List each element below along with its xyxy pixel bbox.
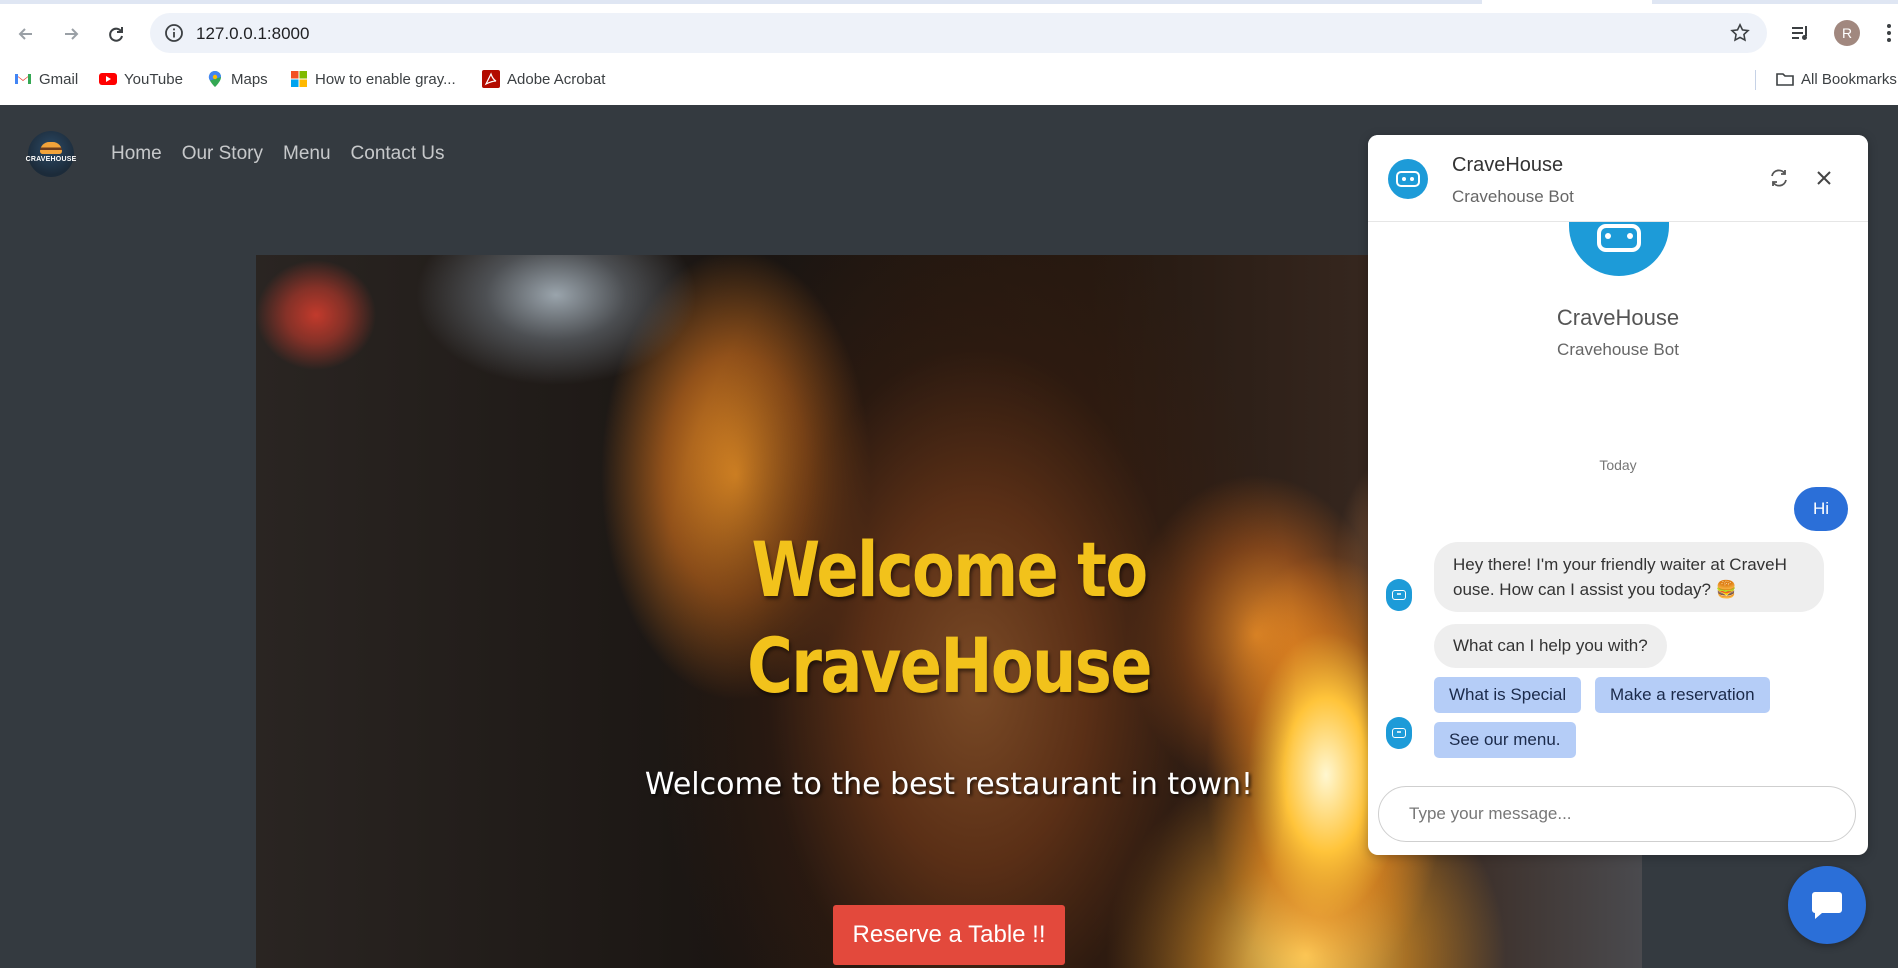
- maps-icon: [208, 70, 221, 87]
- bookmark-label: Adobe Acrobat: [507, 70, 606, 88]
- bookmark-youtube[interactable]: YouTube: [99, 68, 183, 90]
- bot-avatar-icon: [1386, 579, 1412, 611]
- chat-bubble-icon: [1812, 892, 1842, 919]
- bookmark-label: Maps: [231, 70, 268, 88]
- media-control-icon[interactable]: [1788, 20, 1814, 46]
- cravehouse-logo[interactable]: CRAVEHOUSE: [25, 131, 77, 177]
- restart-icon[interactable]: [1766, 165, 1792, 191]
- bot-avatar-icon: [1386, 717, 1412, 749]
- chat-widget: CraveHouse Cravehouse Bot CraveHouse Cra…: [1368, 135, 1868, 855]
- nav-contact-us[interactable]: Contact Us: [351, 143, 445, 165]
- day-separator: Today: [1599, 457, 1637, 473]
- active-tab[interactable]: [1482, 0, 1652, 4]
- back-icon[interactable]: [10, 18, 42, 50]
- bot-intro-name: CraveHouse: [1556, 305, 1680, 330]
- chat-input-container: [1378, 786, 1856, 842]
- chat-messages: CraveHouse Cravehouse Bot Today Hi Hey t…: [1368, 200, 1868, 855]
- logo-text: CRAVEHOUSE: [25, 155, 77, 163]
- reserve-table-button[interactable]: Reserve a Table !!: [833, 905, 1065, 965]
- nav-menu[interactable]: Menu: [283, 143, 331, 165]
- reload-icon[interactable]: [100, 18, 132, 50]
- hero-title: Welcome to CraveHouse: [381, 522, 1518, 714]
- bookmark-gray-settings[interactable]: How to enable gray...: [290, 68, 456, 90]
- all-bookmarks[interactable]: All Bookmarks: [1776, 68, 1897, 90]
- chat-launcher-button[interactable]: [1788, 866, 1866, 944]
- address-bar[interactable]: 127.0.0.1:8000: [150, 13, 1767, 53]
- quick-reply-what-is-special[interactable]: What is Special: [1434, 677, 1582, 713]
- quick-reply-make-reservation[interactable]: Make a reservation: [1595, 677, 1770, 713]
- more-menu-icon[interactable]: [1880, 20, 1898, 46]
- browser-chrome: 127.0.0.1:8000 R Gmail YouTube Maps How …: [0, 0, 1898, 105]
- url-text[interactable]: 127.0.0.1:8000: [196, 24, 309, 44]
- chat-title: CraveHouse: [1452, 154, 1564, 176]
- profile-avatar[interactable]: R: [1834, 20, 1860, 46]
- chat-header: CraveHouse Cravehouse Bot: [1368, 135, 1868, 222]
- bookmark-label: Gmail: [39, 70, 79, 88]
- bookmarks-divider: [1755, 70, 1756, 90]
- close-icon[interactable]: [1811, 165, 1837, 191]
- bot-avatar-icon: [1388, 159, 1428, 199]
- bookmark-label: YouTube: [124, 70, 183, 88]
- hero-title-line2: CraveHouse: [747, 621, 1152, 710]
- chat-subtitle: Cravehouse Bot: [1452, 187, 1574, 206]
- acrobat-icon: [482, 70, 500, 88]
- bookmark-star-icon[interactable]: [1729, 22, 1751, 44]
- user-message: Hi: [1793, 487, 1848, 531]
- quick-reply-see-menu[interactable]: See our menu.: [1434, 722, 1576, 758]
- nav-home[interactable]: Home: [111, 143, 162, 165]
- site-info-icon[interactable]: [164, 23, 184, 43]
- youtube-icon: [99, 73, 117, 85]
- bookmark-acrobat[interactable]: Adobe Acrobat: [482, 68, 605, 90]
- bookmarks-bar: Gmail YouTube Maps How to enable gray...…: [0, 64, 1898, 94]
- main-nav: Home Our Story Menu Contact Us: [111, 143, 445, 165]
- hero-title-line1: Welcome to: [751, 525, 1148, 614]
- bookmark-gmail[interactable]: Gmail: [14, 68, 78, 90]
- bot-message: Hey there! I'm your friendly waiter at C…: [1434, 542, 1824, 612]
- folder-icon: [1776, 73, 1794, 86]
- forward-icon[interactable]: [55, 18, 87, 50]
- bookmark-label: How to enable gray...: [315, 70, 456, 88]
- burger-icon: [40, 141, 62, 154]
- gmail-icon: [15, 74, 31, 84]
- nav-our-story[interactable]: Our Story: [182, 143, 263, 165]
- tab-strip: [0, 0, 1898, 4]
- windows-icon: [291, 71, 307, 87]
- bookmark-maps[interactable]: Maps: [206, 68, 268, 90]
- bot-intro-role: Cravehouse Bot: [1557, 340, 1679, 359]
- chat-message-input[interactable]: [1409, 787, 1829, 841]
- all-bookmarks-label: All Bookmarks: [1801, 70, 1897, 88]
- bot-message: What can I help you with?: [1434, 624, 1667, 668]
